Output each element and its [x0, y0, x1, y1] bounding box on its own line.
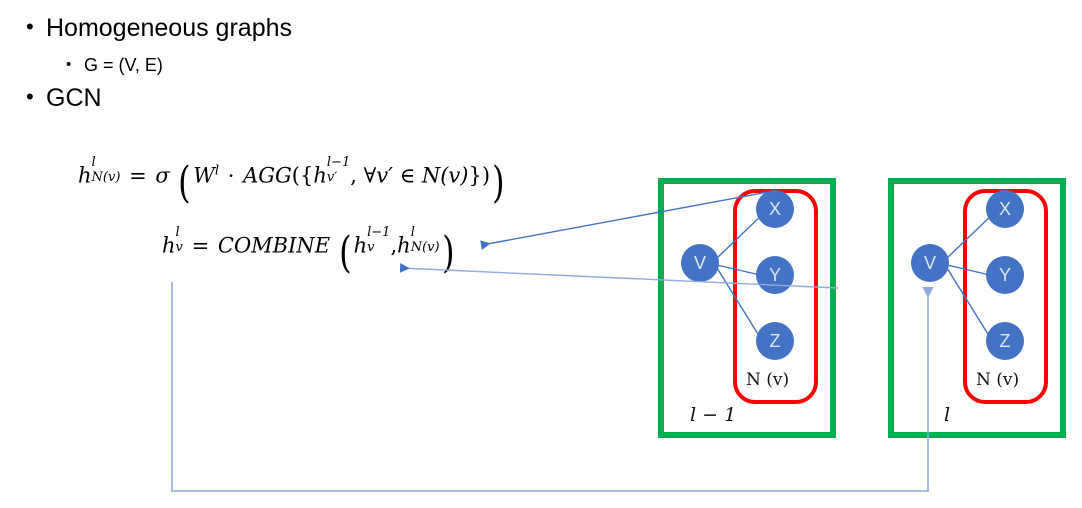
node-label: X: [998, 198, 1011, 219]
layer-label-l: l: [944, 404, 951, 426]
node-z-layer-l: Z: [986, 322, 1024, 360]
node-y-layer-l: Y: [986, 256, 1024, 294]
node-label: Z: [999, 330, 1011, 351]
node-v-layer-l: V: [911, 244, 949, 282]
node-x-layer-l: X: [986, 190, 1024, 228]
node-label: V: [923, 252, 936, 273]
node-label: Y: [998, 264, 1011, 285]
neighborhood-label-layer-l: N (v): [976, 370, 1020, 390]
slide-canvas: Homogeneous graphs G = (V, E) GCN hlN(v)…: [0, 0, 1082, 508]
